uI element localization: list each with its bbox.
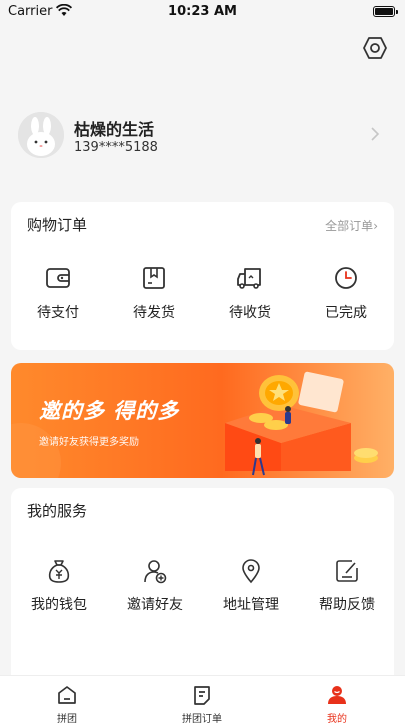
bunny-avatar-icon	[18, 112, 64, 158]
banner-subtitle: 邀请好友获得更多奖励	[39, 437, 139, 448]
user-name: 枯燥的生活	[74, 120, 155, 139]
orders-title: 购物订单	[27, 216, 88, 234]
service-label: 邀请好友	[127, 597, 183, 613]
chevron-right-icon	[371, 127, 380, 141]
tab-label: 我的	[327, 714, 347, 725]
services-card: 我的服务 我的钱包 邀请好友 地址管理 帮助反馈	[11, 488, 394, 688]
service-address[interactable]: 地址管理	[211, 558, 291, 614]
clock-icon	[335, 267, 357, 289]
tab-group-orders[interactable]: 拼团订单	[162, 684, 242, 725]
status-bar: Carrier 10:23 AM	[0, 0, 405, 24]
money-bag-icon	[48, 560, 70, 583]
order-status-completed[interactable]: 已完成	[311, 266, 381, 322]
battery-icon	[373, 6, 398, 17]
home-icon	[58, 686, 76, 704]
order-status-label: 待收货	[229, 305, 271, 321]
order-status-to-ship[interactable]: 待发货	[119, 266, 189, 322]
feedback-icon	[336, 560, 358, 582]
services-title: 我的服务	[27, 502, 88, 520]
avatar[interactable]	[18, 112, 64, 158]
service-label: 帮助反馈	[319, 597, 375, 613]
truck-icon	[237, 268, 261, 289]
location-pin-icon	[242, 559, 260, 584]
settings-icon[interactable]	[362, 35, 388, 61]
user-icon	[328, 686, 346, 704]
all-orders-label: 全部订单	[325, 219, 374, 233]
wallet-icon	[46, 268, 70, 288]
orders-card: 购物订单 全部订单› 待支付 待发货 待收货 已完成	[11, 202, 394, 350]
invite-banner[interactable]: 邀的多 得的多 邀请好友获得更多奖励	[11, 363, 394, 478]
service-feedback[interactable]: 帮助反馈	[307, 558, 387, 614]
order-status-label: 待支付	[37, 305, 79, 321]
banner-title: 邀的多 得的多	[39, 399, 180, 423]
tab-mine[interactable]: 我的	[297, 684, 377, 725]
user-phone: 139****5188	[74, 140, 158, 155]
chevron-right-icon: ›	[373, 219, 378, 233]
all-orders-link[interactable]: 全部订单›	[325, 217, 378, 234]
add-user-icon	[144, 560, 167, 584]
tab-bar: 拼团 拼团订单 我的	[0, 675, 405, 727]
service-invite-friends[interactable]: 邀请好友	[115, 558, 195, 614]
service-label: 我的钱包	[31, 597, 87, 613]
tab-label: 拼团订单	[182, 714, 222, 725]
clock: 10:23 AM	[168, 4, 237, 19]
order-status-to-receive[interactable]: 待收货	[215, 266, 285, 322]
profile-header[interactable]: 枯燥的生活 139****5188	[18, 112, 388, 160]
tab-group-buy[interactable]: 拼团	[27, 684, 107, 725]
order-status-label: 已完成	[325, 305, 367, 321]
package-icon	[143, 267, 165, 289]
order-status-label: 待发货	[133, 305, 175, 321]
tab-label: 拼团	[57, 714, 77, 725]
service-wallet[interactable]: 我的钱包	[19, 558, 99, 614]
order-list-icon	[194, 686, 210, 705]
order-status-pending-payment[interactable]: 待支付	[23, 266, 93, 322]
service-label: 地址管理	[223, 597, 279, 613]
